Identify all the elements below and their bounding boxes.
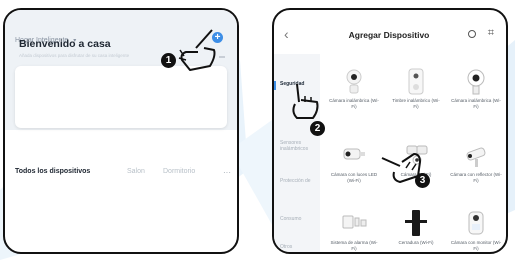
device-item[interactable]: Cámara con monitor (Wi-Fi)	[450, 208, 502, 251]
device-label: Cámara inalámbrica (Wi-Fi)	[451, 98, 501, 109]
tab-all-devices[interactable]: Todos los dispositivos	[15, 168, 90, 175]
page-title: Agregar Dispositivo	[348, 30, 430, 40]
device-label: Timbre inalámbrico (Wi-Fi)	[392, 98, 440, 109]
device-label: Cámara con monitor (Wi-Fi)	[450, 240, 502, 251]
welcome-title: Bienvenido a casa	[19, 38, 111, 50]
tab-living-room[interactable]: Salon	[127, 168, 145, 175]
device-item[interactable]: Cámara con reflector (Wi-Fi)	[450, 140, 502, 183]
monitor-camera-icon	[468, 211, 484, 235]
more-tabs-icon[interactable]: ···	[223, 168, 231, 177]
welcome-card	[15, 66, 227, 128]
category-consumption[interactable]: Consumo	[280, 216, 318, 222]
scan-icon[interactable]: ⌗	[488, 27, 494, 40]
device-item[interactable]: Cámara con luces LED (Wi-Fi)	[328, 140, 380, 183]
tab-bedroom[interactable]: Dormitorio	[163, 168, 195, 175]
indoor-camera-icon	[346, 69, 362, 94]
step-3-marker: 3	[415, 173, 430, 188]
pointing-hand-icon	[292, 83, 319, 119]
device-item[interactable]: Cámara inalámbrica (Wi-Fi)	[450, 66, 502, 109]
add-device-header: ‹ Agregar Dispositivo ⌗	[274, 10, 506, 50]
device-item[interactable]: Cerradura (Wi-Fi)	[390, 208, 442, 246]
device-label: Cerradura (Wi-Fi)	[398, 240, 434, 245]
led-camera-icon	[343, 148, 365, 160]
device-item[interactable]: Cámara inalámbrica (Wi-Fi)	[328, 66, 380, 109]
step-1-marker: 1	[161, 53, 176, 68]
bullet-camera-icon	[466, 147, 486, 167]
category-others[interactable]: Otros	[280, 244, 318, 250]
device-label: Cámara con reflector (Wi-Fi)	[450, 172, 502, 183]
step-2-marker: 2	[310, 121, 325, 136]
category-protection[interactable]: Protección de	[280, 178, 318, 184]
device-label: Cámara inalámbrica (Wi-Fi)	[329, 98, 379, 109]
doorbell-icon	[408, 68, 424, 95]
round-camera-icon	[467, 69, 485, 95]
category-wireless-sensors[interactable]: Sensores inalámbricos	[280, 140, 318, 152]
right-phone-screen: ‹ Agregar Dispositivo ⌗ Seguridad Sensor…	[272, 8, 508, 254]
smart-lock-icon	[405, 210, 427, 236]
device-item[interactable]: Sistema de alarma (Wi-Fi)	[328, 208, 380, 251]
device-item[interactable]: Timbre inalámbrico (Wi-Fi)	[390, 66, 442, 109]
pointing-hand-icon	[178, 29, 216, 71]
device-label: Sistema de alarma (Wi-Fi)	[330, 240, 378, 251]
back-chevron-icon[interactable]: ‹	[284, 26, 289, 42]
alarm-system-icon	[342, 215, 367, 229]
welcome-subtitle: Añada dispositivos para disfrutar de su …	[19, 53, 130, 58]
device-label: Cámara con luces LED (Wi-Fi)	[330, 172, 378, 183]
active-category-indicator	[274, 81, 276, 90]
settings-icon[interactable]	[468, 30, 476, 38]
